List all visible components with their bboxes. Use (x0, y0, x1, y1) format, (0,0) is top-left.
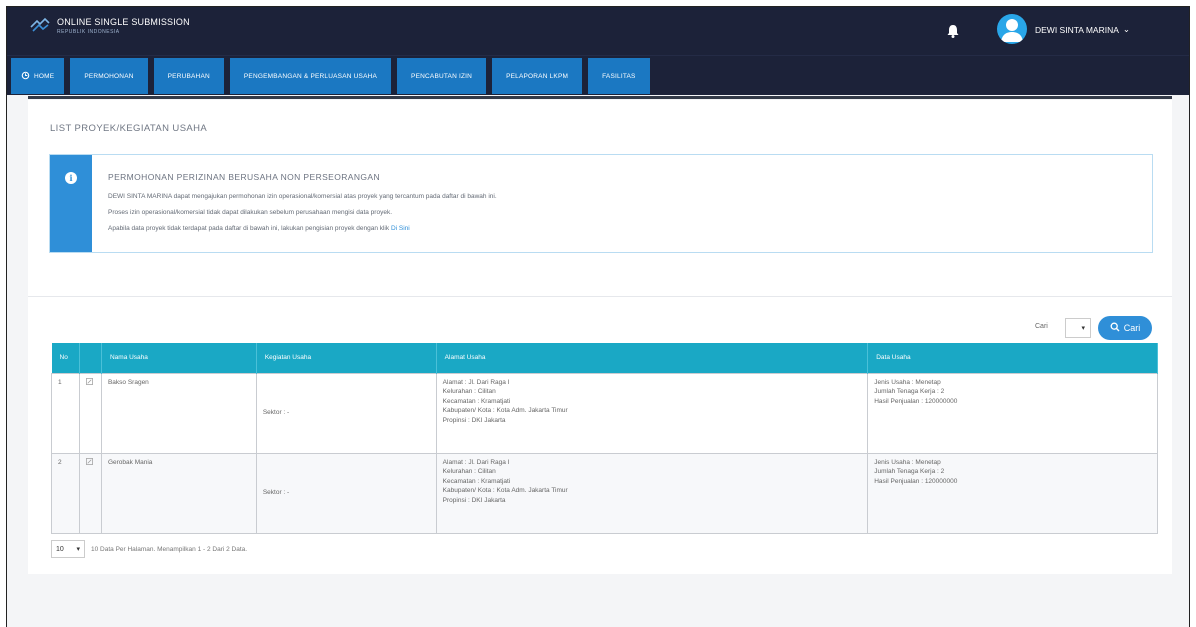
top-bar: ONLINE SINGLE SUBMISSION REPUBLIK INDONE… (7, 7, 1189, 55)
row-no: 2 (51, 452, 80, 534)
home-icon (21, 71, 30, 82)
data-line: Jumlah Tenaga Kerja : 2 (874, 468, 945, 475)
alert-accent: i (50, 155, 92, 252)
address-line: Kabupaten/ Kota : Kota Adm. Jakarta Timu… (442, 487, 568, 494)
row-nama-usaha[interactable]: Gerobak Mania (100, 452, 257, 534)
address-line: Alamat : Jl. Dari Raga I (442, 458, 510, 466)
user-avatar[interactable] (997, 14, 1027, 44)
row-edit[interactable] (78, 372, 102, 454)
data-line: Jenis Usaha : Menetap (874, 378, 941, 386)
table-header-row: No Nama Usaha Kegiatan Usaha Alamat Usah… (51, 343, 1158, 373)
search-icon (1110, 322, 1120, 334)
row-edit[interactable] (78, 452, 102, 534)
tab-fasilitas[interactable]: FASILITAS (588, 58, 650, 94)
alert-line-1: DEWI SINTA MARINA dapat mengajukan permo… (108, 193, 497, 200)
tab-permohonan[interactable]: PERMOHONAN (70, 58, 148, 94)
search-button[interactable]: Cari (1098, 316, 1152, 340)
row-kegiatan-usaha: Sektor : - (255, 372, 437, 454)
project-table: No Nama Usaha Kegiatan Usaha Alamat Usah… (51, 343, 1158, 534)
col-header-action (79, 343, 102, 373)
address-line: Kecamatan : Kramatjati (442, 477, 511, 485)
tab-pencabutan-izin[interactable]: PENCABUTAN IZIN (397, 58, 487, 94)
alert-line-2: Proses izin operasional/komersial tidak … (108, 209, 392, 216)
row-nama-usaha[interactable]: Bakso Sragen (100, 372, 257, 454)
row-alamat-usaha: Alamat : Jl. Dari Raga I Kelurahan : Cil… (435, 372, 869, 454)
row-no: 1 (51, 372, 80, 454)
col-header-alamat-usaha[interactable]: Alamat Usaha (436, 343, 869, 373)
col-header-data-usaha[interactable]: Data Usaha (867, 343, 1158, 373)
row-data-usaha: Jenis Usaha : Menetap Jumlah Tenaga Kerj… (867, 452, 1158, 534)
data-line: Jumlah Tenaga Kerja : 2 (874, 388, 945, 395)
data-line: Hasil Penjualan : 120000000 (874, 397, 958, 405)
row-kegiatan-usaha: Sektor : - (255, 452, 437, 534)
col-header-no[interactable]: No (51, 343, 80, 373)
main-nav: HOME PERMOHONAN PERUBAHAN PENGEMBANGAN &… (7, 55, 1189, 95)
row-data-usaha: Jenis Usaha : Menetap Jumlah Tenaga Kerj… (867, 372, 1158, 454)
alert-line-3-text: Apabila data proyek tidak terdapat pada … (108, 225, 390, 232)
row-alamat-usaha: Alamat : Jl. Dari Raga I Kelurahan : Cil… (435, 452, 869, 534)
edit-icon[interactable] (86, 457, 93, 465)
oss-logo-icon (29, 17, 51, 35)
address-line: Propinsi : DKI Jakarta (442, 416, 506, 424)
edit-icon[interactable] (86, 377, 93, 385)
app-subtitle: REPUBLIK INDONESIA (57, 29, 120, 35)
tab-pelaporan-lkpm[interactable]: PELAPORAN LKPM (492, 58, 583, 94)
tab-pengembangan[interactable]: PENGEMBANGAN & PERLUASAN USAHA (229, 58, 392, 94)
per-page-value: 10 (56, 545, 64, 553)
address-line: Kabupaten/ Kota : Kota Adm. Jakarta Timu… (442, 407, 568, 414)
chevron-down-icon: ⌄ (1122, 24, 1131, 34)
pagination: 10 ▾ 10 Data Per Halaman. Menampilkan 1 … (51, 540, 247, 558)
info-alert: i PERMOHONAN PERIZINAN BERUSAHA NON PERS… (49, 154, 1153, 253)
di-sini-link[interactable]: Di Sini (391, 225, 410, 232)
tab-perubahan[interactable]: PERUBAHAN (153, 58, 224, 94)
app-logo[interactable]: ONLINE SINGLE SUBMISSION REPUBLIK INDONE… (29, 17, 190, 35)
search-button-label: Cari (1123, 323, 1141, 333)
data-line: Jenis Usaha : Menetap (874, 458, 941, 466)
table-row[interactable]: 2 Gerobak Mania Sektor : - Alamat : Jl. … (51, 452, 1158, 534)
table-row[interactable]: 1 Bakso Sragen Sektor : - Alamat : Jl. D… (51, 372, 1158, 454)
address-line: Alamat : Jl. Dari Raga I (442, 378, 510, 386)
alert-line-3: Apabila data proyek tidak terdapat pada … (108, 225, 410, 232)
search-field-select[interactable]: ▾ (1065, 318, 1091, 338)
data-line: Hasil Penjualan : 120000000 (874, 477, 958, 485)
notification-bell-icon[interactable] (945, 23, 961, 39)
caret-down-icon: ▾ (76, 546, 80, 553)
app-title: ONLINE SINGLE SUBMISSION (57, 17, 190, 27)
tab-home[interactable]: HOME (11, 58, 65, 94)
address-line: Kelurahan : Cilitan (442, 388, 496, 395)
col-header-nama-usaha[interactable]: Nama Usaha (101, 343, 257, 373)
info-icon: i (65, 172, 77, 184)
per-page-select[interactable]: 10 ▾ (51, 540, 85, 558)
user-name: DEWI SINTA MARINA (1035, 24, 1119, 35)
user-menu[interactable]: DEWI SINTA MARINA ⌄ (1035, 24, 1130, 35)
content-divider (28, 96, 1172, 99)
search-label: Cari (1035, 323, 1048, 330)
alert-title: PERMOHONAN PERIZINAN BERUSAHA NON PERSEO… (108, 172, 381, 182)
address-line: Propinsi : DKI Jakarta (442, 496, 506, 504)
content-card: LIST PROYEK/KEGIATAN USAHA i PERMOHONAN … (28, 100, 1172, 574)
tab-home-label: HOME (34, 72, 55, 80)
address-line: Kecamatan : Kramatjati (442, 397, 511, 405)
pagination-info: 10 Data Per Halaman. Menampilkan 1 - 2 D… (91, 545, 248, 553)
page-title: LIST PROYEK/KEGIATAN USAHA (50, 123, 208, 134)
section-divider (28, 296, 1172, 297)
col-header-kegiatan-usaha[interactable]: Kegiatan Usaha (256, 343, 437, 373)
address-line: Kelurahan : Cilitan (442, 468, 496, 475)
